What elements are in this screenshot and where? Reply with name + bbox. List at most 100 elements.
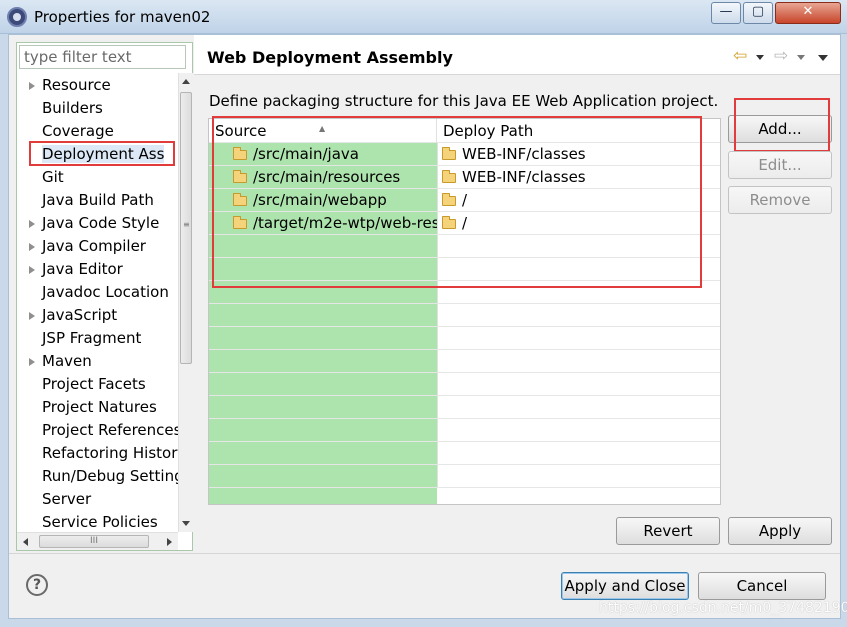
tree-item[interactable]: Javadoc Location xyxy=(17,281,178,304)
horizontal-scroll-thumb[interactable]: III xyxy=(39,535,149,548)
deploy-path-cell xyxy=(437,350,720,372)
tree-item-label: Java Code Style xyxy=(42,214,160,232)
deploy-path-cell xyxy=(437,396,720,418)
source-cell xyxy=(209,396,437,418)
tree-item[interactable]: JavaScript xyxy=(17,304,178,327)
deploy-path-cell xyxy=(437,442,720,464)
deploy-path-cell xyxy=(437,327,720,349)
scroll-up-icon[interactable] xyxy=(182,79,190,84)
tree-item[interactable]: JSP Fragment xyxy=(17,327,178,350)
tree-item-label: Java Compiler xyxy=(42,237,146,255)
expand-arrow-icon[interactable] xyxy=(29,220,35,228)
tree-item[interactable]: Java Editor xyxy=(17,258,178,281)
table-row xyxy=(209,396,720,419)
table-row xyxy=(209,442,720,465)
page-title: Web Deployment Assembly xyxy=(207,48,453,67)
title-bar: Properties for maven02 — ▢ ✕ xyxy=(0,0,847,34)
footer-separator xyxy=(9,553,840,554)
back-dropdown-icon[interactable] xyxy=(756,55,764,60)
tree-item[interactable]: Resource xyxy=(17,74,178,97)
revert-button[interactable]: Revert xyxy=(616,517,720,545)
deploy-path-cell xyxy=(437,373,720,395)
tree-item-label: Coverage xyxy=(42,122,114,140)
tree-item[interactable]: Server xyxy=(17,488,178,511)
tree-item-label: Project Facets xyxy=(42,375,146,393)
maximize-button[interactable]: ▢ xyxy=(743,2,773,24)
remove-button[interactable]: Remove xyxy=(728,186,832,214)
source-cell xyxy=(209,419,437,441)
page-header: Web Deployment Assembly ⇦ ⇨ xyxy=(194,35,840,75)
table-row xyxy=(209,419,720,442)
tree-item[interactable]: Maven xyxy=(17,350,178,373)
source-cell xyxy=(209,327,437,349)
page-description: Define packaging structure for this Java… xyxy=(209,92,719,110)
tree-item-label: Service Policies xyxy=(42,513,158,531)
back-arrow-icon[interactable]: ⇦ xyxy=(733,48,747,65)
tree-item[interactable]: Builders xyxy=(17,97,178,120)
expand-arrow-icon[interactable] xyxy=(29,312,35,320)
table-row xyxy=(209,350,720,373)
tree-horizontal-scrollbar[interactable]: III xyxy=(17,532,178,550)
source-cell xyxy=(209,465,437,487)
watermark-text: https://blog.csdn.net/m0_37482190 xyxy=(599,600,847,616)
apply-button[interactable]: Apply xyxy=(728,517,832,545)
close-button[interactable]: ✕ xyxy=(775,2,841,24)
tree-item[interactable]: Project References xyxy=(17,419,178,442)
highlight-box-table xyxy=(212,116,702,288)
tree-item[interactable]: Java Code Style xyxy=(17,212,178,235)
deploy-path-cell xyxy=(437,465,720,487)
scroll-down-icon[interactable] xyxy=(182,521,190,526)
scroll-left-icon[interactable] xyxy=(23,538,28,546)
window-title: Properties for maven02 xyxy=(34,8,211,26)
tree-item[interactable]: Run/Debug Settings xyxy=(17,465,178,488)
tree-item-label: Maven xyxy=(42,352,92,370)
tree-item[interactable]: Project Natures xyxy=(17,396,178,419)
forward-arrow-icon[interactable]: ⇨ xyxy=(774,48,788,65)
tree-item[interactable]: Git xyxy=(17,166,178,189)
view-menu-icon[interactable] xyxy=(818,55,828,61)
tree-item-label: JSP Fragment xyxy=(42,329,142,347)
tree-item-label: Builders xyxy=(42,99,103,117)
filter-input[interactable] xyxy=(19,45,186,69)
tree-item-label: Javadoc Location xyxy=(42,283,169,301)
expand-arrow-icon[interactable] xyxy=(29,358,35,366)
edit-button[interactable]: Edit... xyxy=(728,151,832,179)
apply-and-close-button[interactable]: Apply and Close xyxy=(561,572,689,600)
cancel-button[interactable]: Cancel xyxy=(698,572,826,600)
eclipse-icon xyxy=(7,7,27,27)
expand-arrow-icon[interactable] xyxy=(29,266,35,274)
tree-item[interactable]: Java Compiler xyxy=(17,235,178,258)
tree-item-label: Server xyxy=(42,490,92,508)
tree-item-label: Run/Debug Settings xyxy=(42,467,178,485)
properties-nav-panel: ResourceBuildersCoverageDeployment AssGi… xyxy=(16,42,193,551)
tree-item[interactable]: Refactoring History xyxy=(17,442,178,465)
source-cell xyxy=(209,304,437,326)
table-row xyxy=(209,327,720,350)
source-cell xyxy=(209,442,437,464)
tree-item-label: Git xyxy=(42,168,64,186)
tree-item-label: Resource xyxy=(42,76,111,94)
tree-item-label: JavaScript xyxy=(42,306,118,324)
tree-vertical-scrollbar[interactable]: ≡ xyxy=(178,73,193,532)
source-cell xyxy=(209,373,437,395)
table-row xyxy=(209,373,720,396)
tree-item[interactable]: Project Facets xyxy=(17,373,178,396)
tree-item-label: Java Editor xyxy=(42,260,123,278)
help-icon[interactable]: ? xyxy=(26,574,48,596)
expand-arrow-icon[interactable] xyxy=(29,243,35,251)
vertical-scroll-thumb[interactable]: ≡ xyxy=(180,92,192,364)
source-cell xyxy=(209,350,437,372)
highlight-box-nav xyxy=(29,141,175,166)
tree-item[interactable]: Java Build Path xyxy=(17,189,178,212)
minimize-button[interactable]: — xyxy=(711,2,741,24)
dialog-client: ResourceBuildersCoverageDeployment AssGi… xyxy=(8,34,847,619)
tree-item-label: Project Natures xyxy=(42,398,157,416)
scroll-right-icon[interactable] xyxy=(167,538,172,546)
expand-arrow-icon[interactable] xyxy=(29,82,35,90)
deploy-path-cell xyxy=(437,304,720,326)
tree-item[interactable]: Coverage xyxy=(17,120,178,143)
highlight-box-add xyxy=(734,98,830,152)
tree-item-label: Refactoring History xyxy=(42,444,178,462)
tree-item[interactable]: Service Policies xyxy=(17,511,178,532)
forward-dropdown-icon[interactable] xyxy=(797,55,805,60)
